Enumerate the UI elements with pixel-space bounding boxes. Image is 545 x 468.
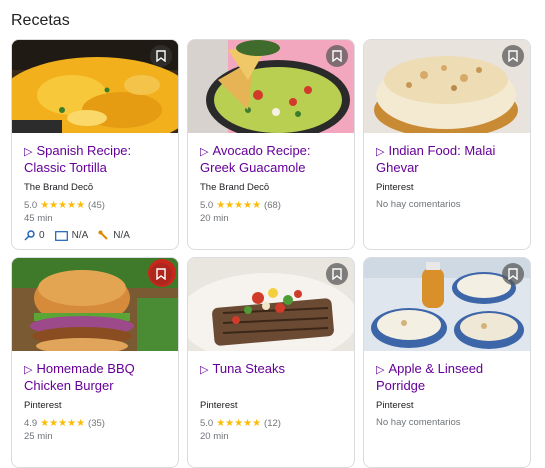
bookmark-icon <box>156 268 166 280</box>
recipe-title[interactable]: Apple & Linseed Porridge <box>376 361 483 393</box>
recipe-title[interactable]: Spanish Recipe: Classic Tortilla <box>24 143 131 175</box>
nutrition-value-b: N/A <box>71 230 89 241</box>
rating-value: 5.0 <box>24 200 38 211</box>
nutrition-value-a: 0 <box>39 230 45 241</box>
no-comments-text: No hay comentarios <box>376 199 461 210</box>
recipe-title-link[interactable]: ▷ Homemade BBQ Chicken Burger <box>24 361 170 394</box>
section-title: Recetas <box>11 12 70 29</box>
recipe-title-link[interactable]: ▷ Tuna Steaks <box>200 361 346 378</box>
review-count: (35) <box>88 418 105 429</box>
play-triangle-icon: ▷ <box>24 364 33 376</box>
cook-time: 20 min <box>200 213 229 224</box>
star-rating-icon: ★★★★★ <box>216 200 262 211</box>
rating-value: 4.9 <box>24 418 38 429</box>
recipe-title-link[interactable]: ▷ Avocado Recipe: Greek Guacamole <box>200 143 346 176</box>
star-rating-icon: ★★★★★ <box>216 418 262 429</box>
recipe-title[interactable]: Tuna Steaks <box>212 361 285 376</box>
bookmark-button[interactable] <box>502 263 524 285</box>
play-triangle-icon: ▷ <box>376 146 385 158</box>
key-icon <box>24 230 35 241</box>
recipe-title[interactable]: Homemade BBQ Chicken Burger <box>24 361 135 393</box>
play-triangle-icon: ▷ <box>200 364 209 376</box>
rating-value: 5.0 <box>200 200 214 211</box>
rating-row: 4.9 ★★★★★ (35) <box>24 417 170 430</box>
no-comments-text: No hay comentarios <box>376 417 461 428</box>
cook-time: 20 min <box>200 431 229 442</box>
recipe-title-link[interactable]: ▷ Spanish Recipe: Classic Tortilla <box>24 143 170 176</box>
bookmark-icon <box>508 268 518 280</box>
recipe-source: Pinterest <box>376 182 414 193</box>
recipe-source: Pinterest <box>376 400 414 411</box>
recipe-source: The Brand Decō <box>200 182 270 193</box>
review-count: (12) <box>264 418 281 429</box>
rectangle-icon <box>54 230 68 241</box>
cook-time: 45 min <box>24 213 53 224</box>
star-rating-icon: ★★★★★ <box>40 200 86 211</box>
bookmark-icon <box>332 268 342 280</box>
star-rating-icon: ★★★★★ <box>40 418 86 429</box>
bookmark-button[interactable] <box>326 45 348 67</box>
recipe-card[interactable]: ▷ Avocado Recipe: Greek Guacamole The Bra… <box>187 39 355 250</box>
bookmark-icon <box>332 50 342 62</box>
recipe-source: The Brand Decō <box>24 182 94 193</box>
wrench-icon <box>98 230 108 240</box>
recipe-title-link[interactable]: ▷ Apple & Linseed Porridge <box>376 361 522 394</box>
recipe-card[interactable]: ▷ Tuna Steaks Pinterest 5.0 ★★★★★ (12) 20… <box>187 257 355 468</box>
bookmark-button[interactable] <box>150 45 172 67</box>
review-count: (68) <box>264 200 281 211</box>
nutrition-value-c: N/A <box>113 230 130 241</box>
nutrition-row: 0 N/A N/A <box>24 230 170 241</box>
recipe-card[interactable]: ▷ Indian Food: Malai Ghevar Pinterest No … <box>363 39 531 250</box>
bookmark-button[interactable] <box>150 263 172 285</box>
cook-time: 25 min <box>24 431 53 442</box>
rating-row: 5.0 ★★★★★ (12) <box>200 417 346 430</box>
recipe-title-link[interactable]: ▷ Indian Food: Malai Ghevar <box>376 143 522 176</box>
review-count: (45) <box>88 200 105 211</box>
play-triangle-icon: ▷ <box>200 146 209 158</box>
recipe-source: Pinterest <box>24 400 62 411</box>
play-triangle-icon: ▷ <box>24 146 33 158</box>
rating-value: 5.0 <box>200 418 214 429</box>
recipe-source: Pinterest <box>200 400 238 411</box>
recipe-card[interactable]: ▷ Homemade BBQ Chicken Burger Pinterest 4… <box>11 257 179 468</box>
recipe-card[interactable]: ▷ Spanish Recipe: Classic Tortilla The Br… <box>11 39 179 250</box>
recipe-title[interactable]: Indian Food: Malai Ghevar <box>376 143 495 175</box>
rating-row: 5.0 ★★★★★ (68) <box>200 199 346 212</box>
recipe-title[interactable]: Avocado Recipe: Greek Guacamole <box>200 143 311 175</box>
bookmark-button[interactable] <box>502 45 524 67</box>
recipe-card[interactable]: ▷ Apple & Linseed Porridge Pinterest No h… <box>363 257 531 468</box>
rating-row: 5.0 ★★★★★ (45) <box>24 199 170 212</box>
bookmark-icon <box>156 50 166 62</box>
bookmark-icon <box>508 50 518 62</box>
bookmark-button[interactable] <box>326 263 348 285</box>
play-triangle-icon: ▷ <box>376 364 385 376</box>
